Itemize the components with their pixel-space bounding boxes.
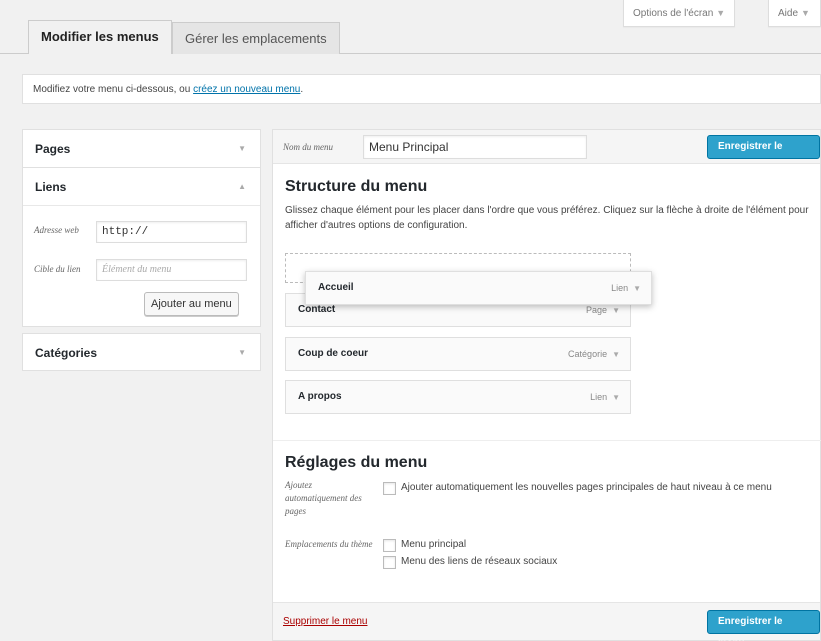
- menu-item-title: Coup de coeur: [298, 348, 369, 359]
- settings-title: Réglages du menu: [285, 454, 428, 471]
- chevron-down-icon: ▼: [716, 8, 726, 18]
- accordion-categories-header[interactable]: Catégories ▼: [23, 334, 260, 372]
- menu-header: Nom du menu Menu Principal Enregistrer l…: [273, 130, 820, 174]
- chevron-down-icon: ▼: [238, 144, 246, 153]
- menu-notice: Modifiez votre menu ci-dessous, ou créez…: [22, 74, 821, 104]
- chevron-up-icon: ▲: [238, 182, 246, 191]
- menu-item-title: A propos: [298, 391, 342, 402]
- tab-edit-menus[interactable]: Modifier les menus: [28, 20, 172, 54]
- accordion-links-header[interactable]: Liens ▲: [23, 168, 260, 206]
- save-menu-button[interactable]: Enregistrer le menu: [707, 135, 820, 174]
- accordion-categories-title: Catégories: [35, 346, 98, 360]
- notice-suffix: .: [300, 84, 304, 95]
- save-menu-button-bottom[interactable]: Enregistrer le menu: [707, 610, 820, 641]
- menu-management-panel: Nom du menu Menu Principal Enregistrer l…: [272, 129, 821, 641]
- chevron-down-icon: ▼: [612, 393, 620, 402]
- accordion-links-title: Liens: [35, 180, 67, 194]
- chevron-down-icon: ▼: [801, 8, 810, 18]
- accordion-pages: Pages ▼: [22, 129, 261, 168]
- help-label: Aide: [778, 8, 799, 19]
- location-primary-label: Menu principal: [401, 539, 467, 550]
- auto-add-label: Ajoutez automatiquement des pages: [285, 480, 362, 516]
- structure-title: Structure du menu: [285, 178, 428, 195]
- create-menu-link[interactable]: créez un nouveau menu: [193, 84, 300, 95]
- locations-label: Emplacements du thème: [285, 539, 373, 549]
- menu-item-type[interactable]: Lien ▼: [590, 381, 620, 414]
- auto-add-option-label: Ajouter automatiquement les nouvelles pa…: [401, 482, 772, 493]
- accordion-links: Liens ▲ Adresse web http:// Cible du lie…: [22, 167, 261, 327]
- structure-description: Glissez chaque élément pour les placer d…: [285, 205, 809, 231]
- menu-item-type[interactable]: Lien ▼: [611, 272, 641, 305]
- chevron-down-icon: ▼: [612, 350, 620, 359]
- settings-divider: [273, 440, 821, 441]
- screen-options-label: Options de l'écran: [633, 8, 714, 19]
- url-input[interactable]: http://: [96, 221, 247, 243]
- location-social-label: Menu des liens de réseaux sociaux: [401, 556, 558, 567]
- link-text-label: Cible du lien: [34, 264, 81, 274]
- accordion-pages-title: Pages: [35, 142, 71, 156]
- menu-item-accueil-dragging[interactable]: Accueil Lien ▼: [305, 271, 652, 305]
- chevron-down-icon: ▼: [633, 284, 641, 293]
- delete-menu-link[interactable]: Supprimer le menu: [283, 616, 367, 627]
- menu-item-a-propos[interactable]: A propos Lien ▼: [285, 380, 631, 414]
- auto-add-checkbox[interactable]: [383, 482, 396, 495]
- chevron-down-icon: ▼: [612, 306, 620, 315]
- menu-item-coup-de-coeur[interactable]: Coup de coeur Catégorie ▼: [285, 337, 631, 371]
- location-social-checkbox[interactable]: [383, 556, 396, 569]
- menu-name-label: Nom du menu: [283, 142, 333, 152]
- link-text-input[interactable]: Élément du menu: [96, 259, 247, 281]
- url-label: Adresse web: [34, 225, 79, 235]
- accordion-categories: Catégories ▼: [22, 333, 261, 371]
- chevron-down-icon: ▼: [238, 348, 246, 357]
- menu-name-input[interactable]: Menu Principal: [363, 135, 587, 159]
- accordion-pages-header[interactable]: Pages ▼: [23, 130, 260, 168]
- menu-item-title: Accueil: [318, 282, 354, 293]
- notice-text: Modifiez votre menu ci-dessous, ou: [33, 84, 194, 95]
- menu-footer: Supprimer le menu Enregistrer le menu: [273, 602, 820, 641]
- help-button[interactable]: Aide ▼: [768, 0, 821, 27]
- add-to-menu-button[interactable]: Ajouter au menu: [144, 292, 239, 316]
- location-primary-checkbox[interactable]: [383, 539, 396, 552]
- menu-item-type[interactable]: Catégorie ▼: [568, 338, 620, 371]
- screen-options-button[interactable]: Options de l'écran ▼: [623, 0, 736, 27]
- tab-manage-locations[interactable]: Gérer les emplacements: [172, 22, 340, 54]
